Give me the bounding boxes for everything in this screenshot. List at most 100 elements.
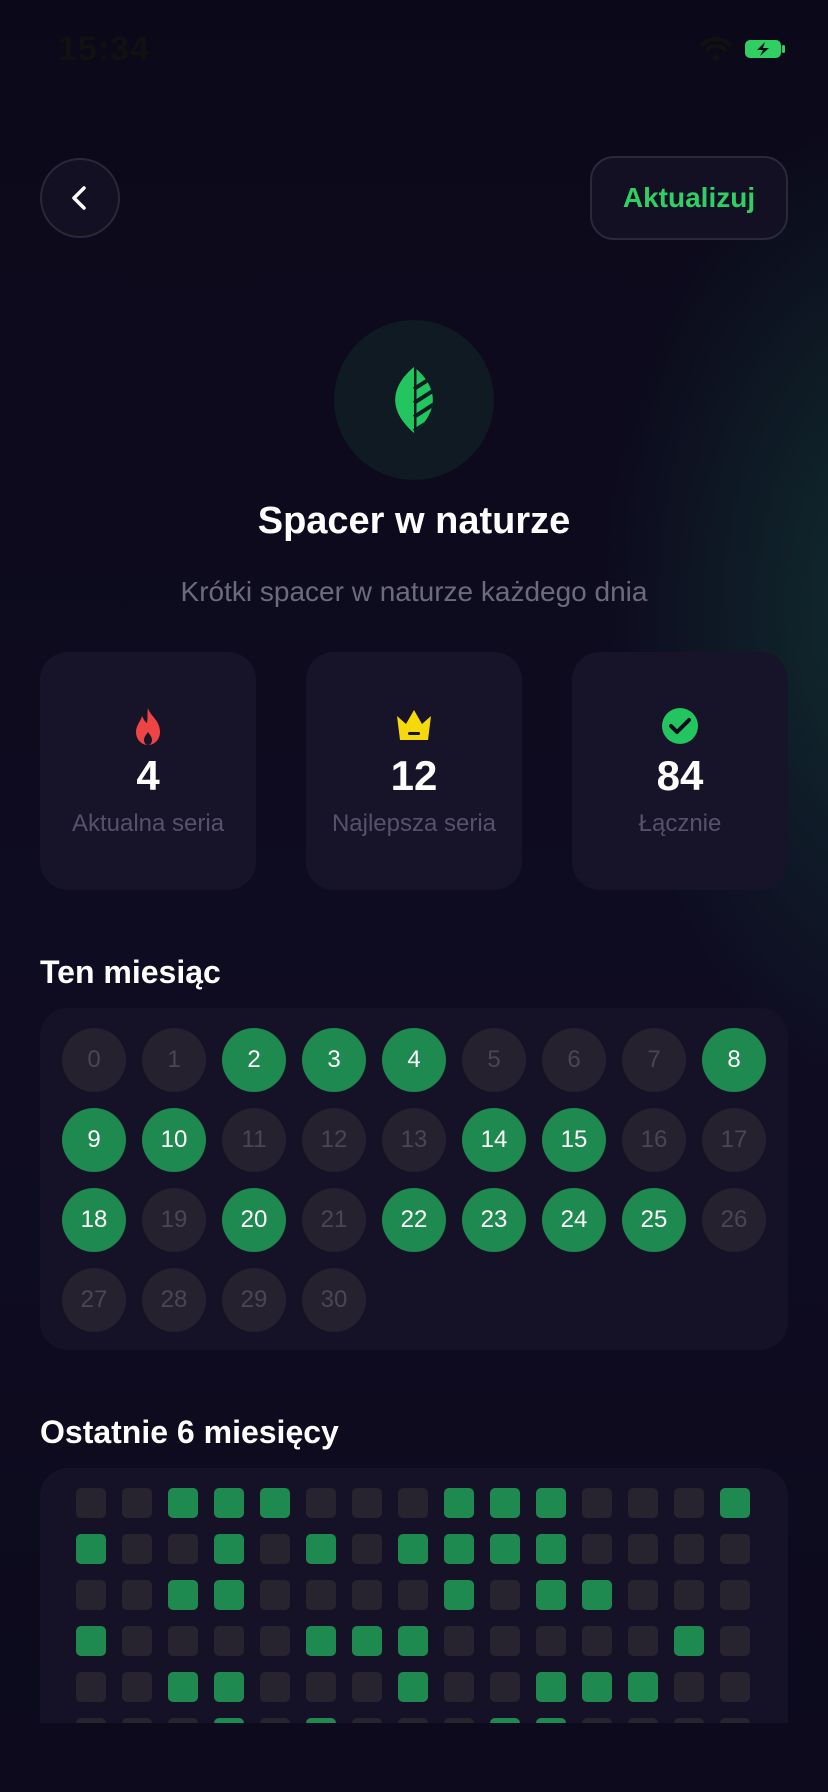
- day-cell[interactable]: 12: [302, 1108, 366, 1172]
- heatmap-cell: [674, 1580, 704, 1610]
- heatmap-cell: [168, 1718, 198, 1723]
- day-cell[interactable]: 11: [222, 1108, 286, 1172]
- heatmap-cell: [352, 1580, 382, 1610]
- heatmap-cell: [76, 1580, 106, 1610]
- day-cell[interactable]: 1: [142, 1028, 206, 1092]
- habit-icon-circle: [334, 320, 494, 480]
- heatmap-cell: [674, 1488, 704, 1518]
- heatmap-grid: [76, 1488, 750, 1723]
- heatmap-cell: [582, 1718, 612, 1723]
- heatmap-cell: [398, 1626, 428, 1656]
- day-cell[interactable]: 19: [142, 1188, 206, 1252]
- stat-label: Łącznie: [638, 810, 722, 837]
- heatmap-cell: [628, 1534, 658, 1564]
- heatmap-cell: [214, 1626, 244, 1656]
- day-cell[interactable]: 9: [62, 1108, 126, 1172]
- heatmap-cell: [536, 1718, 566, 1723]
- section-title-this-month: Ten miesiąc: [40, 954, 221, 990]
- flame-icon: [136, 708, 160, 745]
- heatmap-cell: [444, 1718, 474, 1723]
- day-cell[interactable]: 0: [62, 1028, 126, 1092]
- heatmap-cell: [628, 1488, 658, 1518]
- heatmap-cell: [352, 1534, 382, 1564]
- month-calendar: 0 1 2 3 4 5 6 7 8 9 10 11 12 13 14 15 16 17 18 19 20 21 22 23 24…: [40, 1008, 788, 1350]
- day-cell[interactable]: 13: [382, 1108, 446, 1172]
- heatmap-cell: [536, 1672, 566, 1702]
- heatmap-cell: [398, 1534, 428, 1564]
- heatmap-cell: [122, 1718, 152, 1723]
- heatmap-cell: [398, 1718, 428, 1723]
- heatmap-cell: [214, 1488, 244, 1518]
- heatmap-cell: [122, 1672, 152, 1702]
- heatmap-cell: [214, 1672, 244, 1702]
- heatmap-cell: [260, 1580, 290, 1610]
- day-cell[interactable]: 23: [462, 1188, 526, 1252]
- day-cell[interactable]: 26: [702, 1188, 766, 1252]
- heatmap-cell: [306, 1488, 336, 1518]
- status-time: 15:34: [58, 30, 150, 68]
- heatmap-cell: [260, 1626, 290, 1656]
- day-cell[interactable]: 24: [542, 1188, 606, 1252]
- day-cell[interactable]: 2: [222, 1028, 286, 1092]
- day-cell[interactable]: 4: [382, 1028, 446, 1092]
- day-cell[interactable]: 10: [142, 1108, 206, 1172]
- day-cell[interactable]: 27: [62, 1268, 126, 1332]
- day-grid: 0 1 2 3 4 5 6 7 8 9 10 11 12 13 14 15 16 17 18 19 20 21 22 23 24…: [62, 1028, 766, 1332]
- heatmap-cell: [628, 1672, 658, 1702]
- day-cell[interactable]: 25: [622, 1188, 686, 1252]
- heatmap-cell: [306, 1580, 336, 1610]
- stat-best-streak: 12 Najlepsza seria: [306, 652, 522, 890]
- day-cell[interactable]: 16: [622, 1108, 686, 1172]
- day-cell[interactable]: 28: [142, 1268, 206, 1332]
- heatmap-cell: [76, 1718, 106, 1723]
- heatmap-cell: [582, 1580, 612, 1610]
- heatmap-cell: [214, 1534, 244, 1564]
- heatmap-cell: [628, 1718, 658, 1723]
- day-cell[interactable]: 14: [462, 1108, 526, 1172]
- heatmap-cell: [536, 1626, 566, 1656]
- heatmap-cell: [168, 1580, 198, 1610]
- back-button[interactable]: [40, 158, 120, 238]
- day-cell[interactable]: 5: [462, 1028, 526, 1092]
- heatmap-cell: [582, 1626, 612, 1656]
- stat-current-streak: 4 Aktualna seria: [40, 652, 256, 890]
- heatmap-cell: [168, 1672, 198, 1702]
- chevron-left-icon: [72, 186, 86, 210]
- day-cell[interactable]: 6: [542, 1028, 606, 1092]
- day-cell[interactable]: 3: [302, 1028, 366, 1092]
- heatmap-cell: [490, 1580, 520, 1610]
- heatmap-cell: [76, 1626, 106, 1656]
- day-cell[interactable]: 20: [222, 1188, 286, 1252]
- heatmap-cell: [260, 1488, 290, 1518]
- stat-value: 4: [136, 752, 160, 799]
- heatmap-cell: [168, 1534, 198, 1564]
- day-cell[interactable]: 7: [622, 1028, 686, 1092]
- heatmap-cell: [490, 1534, 520, 1564]
- day-cell[interactable]: 22: [382, 1188, 446, 1252]
- day-cell[interactable]: 15: [542, 1108, 606, 1172]
- heatmap-cell: [122, 1580, 152, 1610]
- heatmap-cell: [352, 1718, 382, 1723]
- heatmap-cell: [720, 1718, 750, 1723]
- heatmap-cell: [628, 1626, 658, 1656]
- wifi-icon: [700, 37, 732, 61]
- day-cell[interactable]: 21: [302, 1188, 366, 1252]
- day-cell[interactable]: 29: [222, 1268, 286, 1332]
- heatmap-cell: [76, 1672, 106, 1702]
- heatmap-cell: [352, 1672, 382, 1702]
- update-button[interactable]: Aktualizuj: [590, 156, 788, 240]
- leaf-icon: [395, 367, 433, 433]
- day-cell[interactable]: 30: [302, 1268, 366, 1332]
- crown-icon: [397, 710, 431, 740]
- heatmap-cell: [490, 1626, 520, 1656]
- heatmap-cell: [582, 1488, 612, 1518]
- day-cell[interactable]: 18: [62, 1188, 126, 1252]
- day-cell[interactable]: 17: [702, 1108, 766, 1172]
- day-cell[interactable]: 8: [702, 1028, 766, 1092]
- stat-value: 12: [390, 752, 438, 799]
- heatmap-cell: [306, 1718, 336, 1723]
- heatmap-cell: [720, 1534, 750, 1564]
- heatmap-cell: [352, 1488, 382, 1518]
- heatmap-cell: [122, 1534, 152, 1564]
- heatmap-cell: [582, 1672, 612, 1702]
